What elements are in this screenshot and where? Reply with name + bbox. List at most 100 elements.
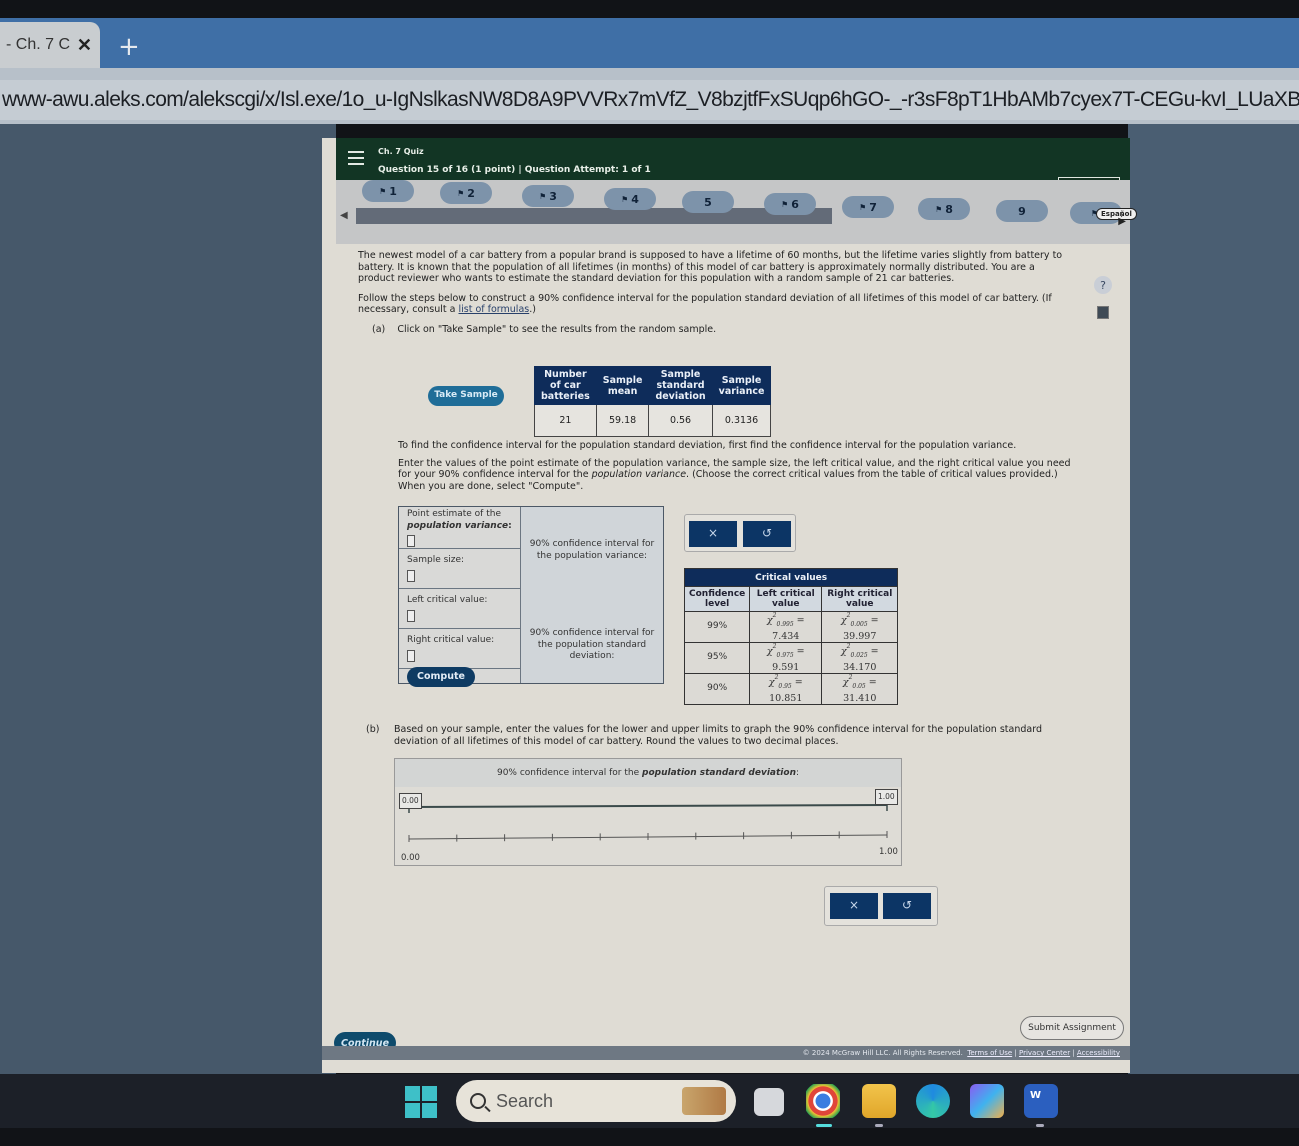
copilot-icon[interactable] — [970, 1084, 1004, 1118]
critical-values-row: 90% χ20.95 = 10.851 χ20.05 = 31.410 — [683, 673, 899, 706]
upper-limit-handle[interactable]: 1.00 — [875, 789, 898, 805]
taskbar-search[interactable]: Search — [456, 1080, 736, 1122]
question-nav-button[interactable]: ⚑ 8 — [918, 198, 970, 220]
left-critical-label: Left critical value: — [407, 595, 488, 605]
point-estimate-cell: Point estimate of the population varianc… — [399, 507, 521, 549]
question-number: 9 — [1018, 204, 1026, 218]
part-a-text: Click on "Take Sample" to see the result… — [397, 323, 717, 335]
espanol-toggle[interactable]: Español — [1096, 208, 1137, 220]
part-a-label: (a) — [372, 323, 386, 335]
interval-graph: 90% confidence interval for the populati… — [394, 758, 902, 866]
header-sample-size: Number of car batteries — [534, 366, 597, 405]
header-sample-sd: Sample standard deviation — [648, 366, 713, 405]
edge-icon[interactable] — [916, 1084, 950, 1118]
left-critical-value: χ20.995 = 7.434 — [749, 610, 823, 644]
left-critical-cell: Left critical value: — [399, 589, 521, 629]
right-critical-input[interactable] — [407, 649, 415, 662]
page-background-left — [0, 124, 336, 1080]
question-nav-button[interactable]: ⚑ 6 — [764, 193, 816, 215]
nav-left-arrow-icon[interactable]: ◀ — [340, 210, 348, 221]
lower-limit-handle[interactable]: 0.00 — [399, 793, 422, 809]
chrome-icon[interactable] — [806, 1084, 840, 1118]
confidence-level: 90% — [683, 673, 751, 706]
compute-cell: Compute — [399, 667, 521, 687]
word-icon[interactable]: W — [1024, 1084, 1058, 1118]
graph-clear-button[interactable]: × — [830, 893, 878, 919]
critical-values-title: Critical values — [683, 568, 899, 587]
undo-icon: ↺ — [761, 526, 773, 541]
chrome-active-indicator — [816, 1124, 832, 1127]
instructions-end: .) — [529, 304, 536, 315]
input-column: Point estimate of the population varianc… — [399, 507, 521, 687]
question-nav-button[interactable]: ⚑ 2 — [440, 182, 492, 204]
left-critical-input[interactable] — [407, 609, 415, 622]
question-nav-button[interactable]: 9 — [996, 200, 1048, 222]
sample-size-input[interactable] — [407, 569, 415, 582]
instruction-line-2: Enter the values of the point estimate o… — [398, 458, 1078, 493]
right-critical-cell: Right critical value: — [399, 629, 521, 669]
interval-line — [408, 804, 888, 808]
flag-icon: ⚑ — [457, 188, 465, 198]
task-view-icon[interactable] — [754, 1088, 784, 1116]
help-icon[interactable]: ? — [1094, 276, 1112, 294]
accessibility-link[interactable]: Accessibility — [1077, 1049, 1120, 1057]
graph-tools: × ↺ — [824, 886, 938, 926]
nav-right-arrow-icon[interactable]: ▶ — [1118, 216, 1126, 227]
flag-icon: ⚑ — [539, 191, 547, 201]
question-progress-bar — [356, 208, 832, 224]
variance-ci-label: 90% confidence interval for the populati… — [529, 539, 655, 561]
right-critical-value: χ20.05 = 31.410 — [821, 673, 899, 706]
interval-graph-canvas[interactable] — [395, 787, 901, 865]
take-sample-button[interactable]: Take Sample — [428, 386, 504, 406]
question-nav-button[interactable]: ⚑ 1 — [362, 180, 414, 202]
graph-title-end: : — [795, 768, 800, 778]
browser-tab[interactable]: - Ch. 7 C ✕ — [0, 22, 100, 68]
clear-button[interactable]: × — [689, 521, 737, 547]
windows-start-icon[interactable] — [405, 1086, 437, 1118]
privacy-link[interactable]: Privacy Center — [1019, 1049, 1070, 1057]
undo-button[interactable]: ↺ — [743, 521, 791, 547]
graph-title-text: 90% confidence interval for the — [496, 768, 643, 778]
calculator-icon[interactable] — [1097, 306, 1109, 319]
header-confidence-level: Confidence level — [683, 586, 751, 612]
formulas-link[interactable]: list of formulas — [458, 304, 529, 315]
header-sample-variance: Sample variance — [711, 366, 772, 405]
file-explorer-icon[interactable] — [862, 1084, 896, 1118]
address-bar: www-awu.aleks.com/alekscgi/x/Isl.exe/1o_… — [0, 68, 1299, 124]
question-nav-button[interactable]: ⚑ 3 — [522, 185, 574, 207]
side-tools: ? — [1094, 276, 1112, 319]
new-tab-button[interactable]: + — [118, 32, 140, 62]
url-field[interactable]: www-awu.aleks.com/alekscgi/x/Isl.exe/1o_… — [0, 80, 1299, 120]
question-number: 1 — [389, 184, 397, 198]
tab-close-icon[interactable]: ✕ — [77, 35, 92, 56]
question-nav-button[interactable]: 5 — [682, 191, 734, 213]
question-navigator: ◀ ⚑ 1 ⚑ 2 ⚑ 3 ⚑ 4 5 ⚑ 6 ⚑ 7 ⚑ 8 9 ⚑ Español › ▶ — [336, 180, 1137, 244]
submit-assignment-button[interactable]: Submit Assignment — [1020, 1016, 1124, 1040]
search-highlight-image — [682, 1087, 726, 1115]
graph-undo-button[interactable]: ↺ — [883, 893, 931, 919]
left-critical-value: χ20.95 = 10.851 — [749, 673, 823, 706]
terms-link[interactable]: Terms of Use — [967, 1049, 1012, 1057]
question-number: 3 — [549, 189, 557, 203]
graph-title: 90% confidence interval for the populati… — [395, 759, 901, 787]
header-sample-mean: Sample mean — [595, 366, 650, 405]
page-footer: © 2024 McGraw Hill LLC. All Rights Reser… — [322, 1046, 1130, 1060]
instruction-line-1: To find the confidence interval for the … — [398, 440, 1017, 451]
menu-icon[interactable] — [348, 151, 364, 165]
cell-sample-sd: 0.56 — [648, 404, 713, 437]
compute-button[interactable]: Compute — [407, 667, 475, 687]
header-left-critical: Left critical value — [749, 586, 823, 612]
critical-values-row: 95% χ20.975 = 9.591 χ20.025 = 34.170 — [683, 642, 899, 675]
point-estimate-emphasis: population variance — [407, 520, 509, 531]
results-column: 90% confidence interval for the populati… — [521, 507, 663, 683]
part-b-label: (b) — [366, 724, 380, 735]
taskbar: Search W — [0, 1074, 1299, 1128]
question-nav-button[interactable]: ⚑ 7 — [842, 196, 894, 218]
screen: - Ch. 7 C ✕ + www-awu.aleks.com/alekscgi… — [0, 0, 1299, 1146]
question-nav-button[interactable]: ⚑ 4 — [604, 188, 656, 210]
point-estimate-label: Point estimate of the — [407, 509, 501, 519]
instruction-emphasis: population variance — [591, 469, 687, 480]
point-estimate-input[interactable] — [407, 535, 415, 547]
question-status: Question 15 of 16 (1 point) | Question A… — [378, 165, 651, 175]
word-indicator — [1036, 1124, 1044, 1127]
